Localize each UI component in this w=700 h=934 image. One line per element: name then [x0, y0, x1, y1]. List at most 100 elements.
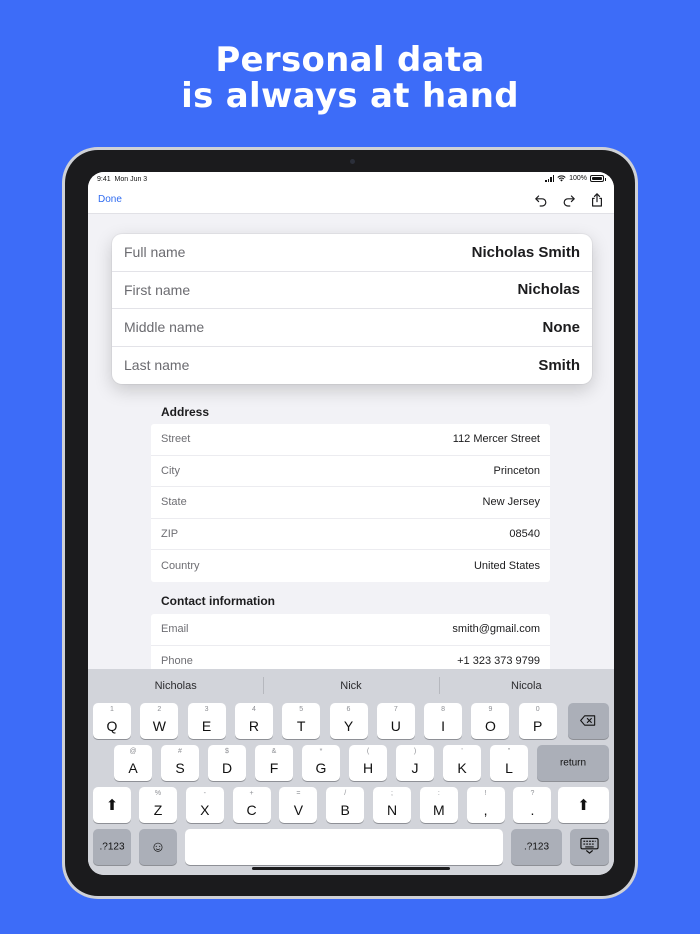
key-alt-symbol: %	[154, 790, 162, 797]
share-icon[interactable]	[589, 192, 605, 208]
field-value: 08540	[509, 527, 540, 540]
field-value: 112 Mercer Street	[452, 433, 540, 446]
name-row-label: Full name	[124, 244, 186, 261]
key-alt-symbol: 2	[157, 706, 162, 713]
name-row-last[interactable]: Last name Smith	[112, 347, 592, 385]
key-p[interactable]: 0P	[518, 703, 557, 739]
shift-key-right[interactable]: ⬆	[558, 787, 609, 823]
name-row-label: Last name	[124, 357, 190, 374]
key-,[interactable]: !,	[466, 787, 505, 823]
battery-icon	[590, 175, 606, 182]
address-row-zip[interactable]: ZIP 08540	[151, 519, 550, 550]
key-alt-symbol: )	[413, 748, 417, 755]
key-x[interactable]: -X	[185, 787, 224, 823]
backspace-key[interactable]	[568, 703, 609, 739]
key-k[interactable]: ' K	[443, 745, 481, 781]
name-row-label: First name	[124, 281, 191, 298]
name-row-first[interactable]: First name Nicholas	[112, 272, 592, 309]
key-alt-symbol: 3	[204, 706, 209, 713]
key-label: K	[457, 760, 467, 776]
home-indicator	[252, 867, 450, 870]
numbers-key-right[interactable]: .?123	[511, 829, 562, 865]
field-label: City	[161, 464, 180, 477]
key-e[interactable]: 3E	[187, 703, 226, 739]
key-c[interactable]: + C	[232, 787, 271, 823]
ipad-screen: 9:41 Mon Jun 3 100% Done Full name Nicho…	[88, 172, 614, 875]
key-b[interactable]: / B	[326, 787, 365, 823]
name-row-value: Nicholas Smith	[471, 243, 580, 261]
space-bar[interactable]	[185, 829, 503, 865]
key-w[interactable]: 2W	[140, 703, 179, 739]
key-m[interactable]: :M	[419, 787, 458, 823]
key-h[interactable]: (H	[349, 745, 387, 781]
return-key[interactable]: return	[537, 745, 609, 781]
field-label: State	[161, 496, 187, 509]
battery-percent: 100%	[569, 175, 587, 182]
key-g[interactable]: * G	[302, 745, 340, 781]
key-a[interactable]: @ A	[114, 745, 152, 781]
address-row-city[interactable]: City Princeton	[151, 456, 550, 487]
key-n[interactable]: ; N	[373, 787, 411, 823]
contact-row-email[interactable]: Email smith@gmail.com	[151, 614, 550, 646]
headline: Personal data is always at hand	[0, 42, 700, 114]
prediction-item[interactable]: Nick	[263, 677, 438, 694]
cellular-signal-icon	[545, 175, 555, 182]
key-label: .	[530, 802, 535, 818]
key-r[interactable]: 4R	[234, 703, 273, 739]
address-row-country[interactable]: Country United States	[151, 550, 550, 582]
status-time: 9:41 Mon Jun 3	[97, 176, 148, 183]
key-t[interactable]: 5T	[282, 703, 321, 739]
name-row-middle[interactable]: Middle name None	[112, 309, 592, 347]
address-row-state[interactable]: State New Jersey	[151, 487, 550, 519]
key-label: ,	[483, 802, 488, 818]
ipad-bezel: 9:41 Mon Jun 3 100% Done Full name Nicho…	[65, 150, 635, 896]
redo-icon[interactable]	[561, 192, 577, 208]
field-value: smith@gmail.com	[452, 623, 540, 636]
key-i[interactable]: 8I	[424, 703, 463, 739]
key-alt-symbol: &	[271, 748, 277, 755]
key-j[interactable]: ) J	[396, 745, 434, 781]
key-y[interactable]: 6Y	[329, 703, 368, 739]
key-label: R	[248, 718, 259, 734]
key-z[interactable]: % Z	[139, 787, 177, 823]
key-alt-symbol: 5	[299, 706, 304, 713]
key-label: T	[296, 718, 306, 734]
key-label: V	[293, 802, 304, 818]
key-label: G	[315, 760, 327, 776]
key-label: J	[411, 760, 419, 776]
field-label: Country	[161, 559, 200, 572]
key-f[interactable]: & F	[255, 745, 293, 781]
key-label: F	[269, 760, 279, 776]
shift-key-left[interactable]: ⬆	[93, 787, 131, 823]
key-u[interactable]: 7U	[376, 703, 415, 739]
key-alt-symbol: !	[484, 790, 487, 797]
contact-group: Email smith@gmail.com Phone +1 323 373 9…	[151, 614, 550, 677]
key-o[interactable]: 9O	[471, 703, 510, 739]
key-label: X	[200, 802, 210, 818]
key-label: I	[441, 718, 446, 734]
key-d[interactable]: $ D	[208, 745, 246, 781]
key-l[interactable]: " L	[490, 745, 528, 781]
key-label: B	[340, 802, 350, 818]
key-label: U	[390, 718, 401, 734]
key-q[interactable]: 1Q	[93, 703, 131, 739]
key-label: W	[152, 718, 166, 734]
prediction-item[interactable]: Nicola	[438, 677, 614, 694]
key-v[interactable]: = V	[279, 787, 318, 823]
emoji-key[interactable]: ☺	[139, 829, 177, 865]
key-s[interactable]: # S	[161, 745, 199, 781]
key-alt-symbol: 9	[488, 706, 493, 713]
numbers-key-left[interactable]: .?123	[93, 829, 131, 865]
key-alt-symbol: :	[437, 790, 440, 797]
address-row-street[interactable]: Street 112 Mercer Street	[151, 424, 550, 456]
keyboard-dismiss-key[interactable]	[570, 829, 609, 865]
undo-icon[interactable]	[533, 192, 549, 208]
done-button[interactable]: Done	[98, 194, 122, 205]
key-alt-symbol: ?	[530, 790, 535, 797]
key-.[interactable]: ?.	[513, 787, 552, 823]
prediction-item[interactable]: Nicholas	[88, 680, 263, 692]
field-label: Street	[161, 433, 191, 446]
ipad-frame: 9:41 Mon Jun 3 100% Done Full name Nicho…	[62, 147, 638, 899]
address-group: Street 112 Mercer Street City Princeton …	[151, 424, 550, 582]
name-row-full[interactable]: Full name Nicholas Smith	[112, 234, 592, 272]
